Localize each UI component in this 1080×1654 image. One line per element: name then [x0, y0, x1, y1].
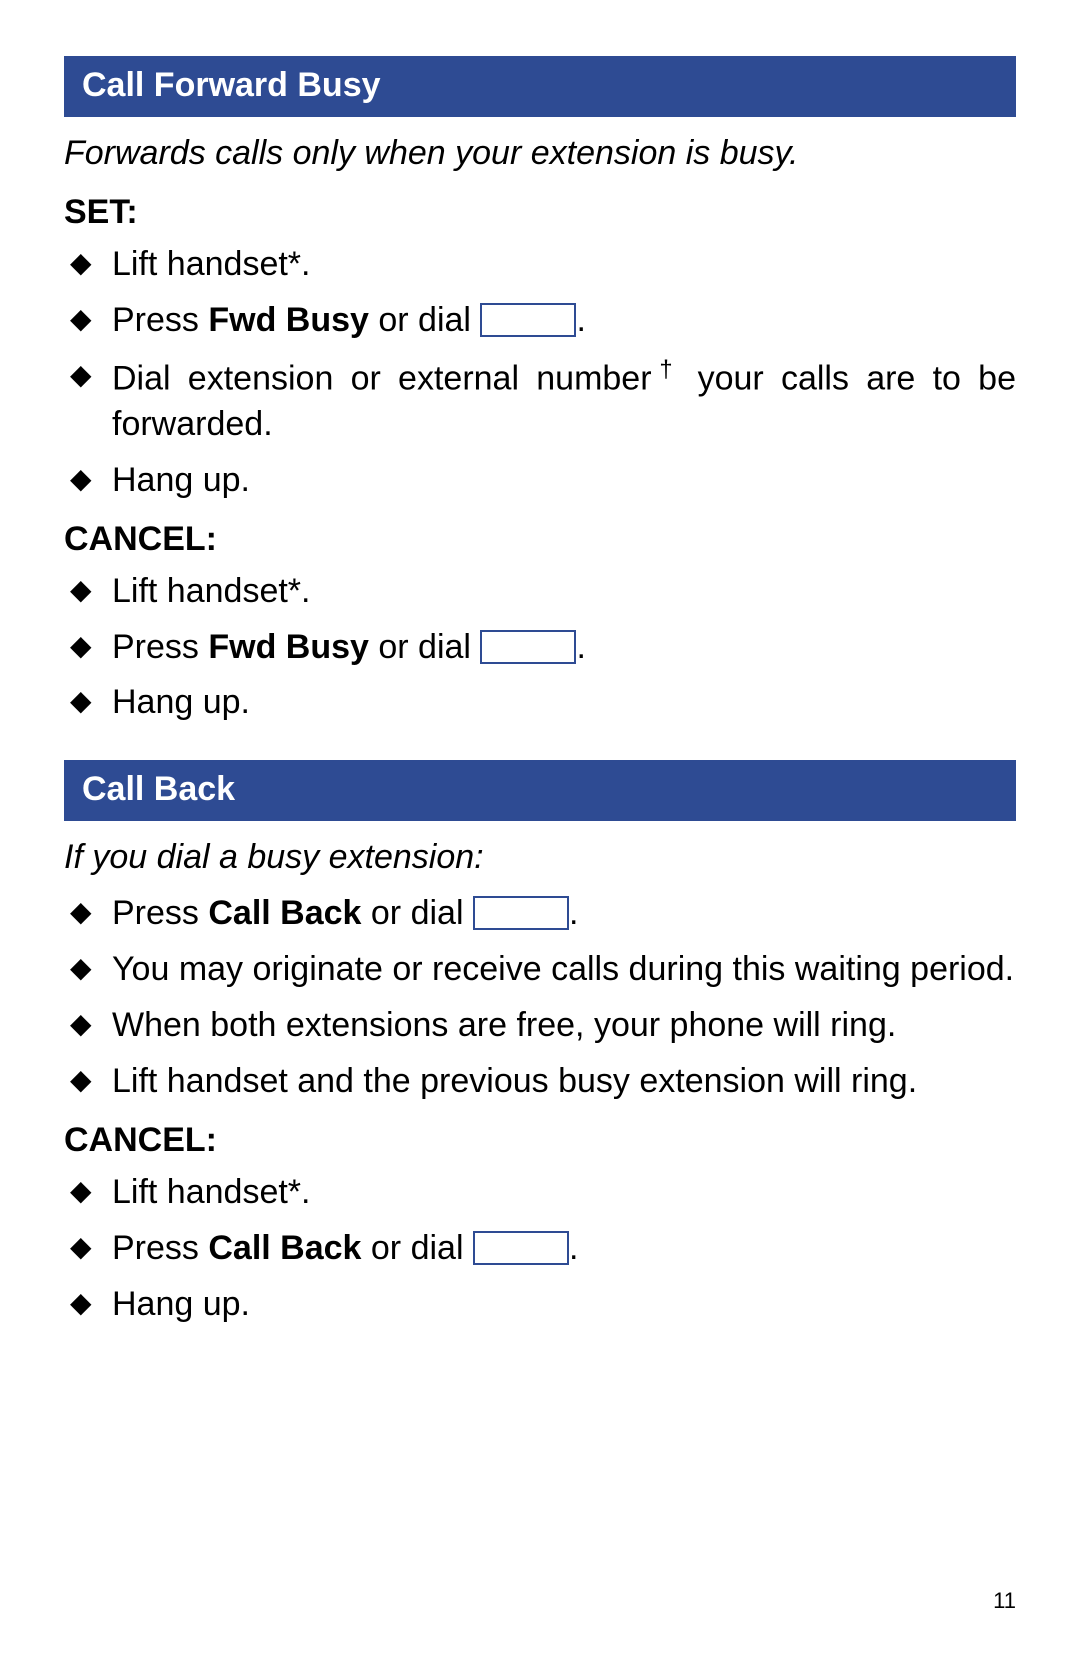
- step-text: .: [569, 1229, 578, 1267]
- step-text: Lift handset*.: [112, 1173, 310, 1211]
- step-text: Dial extension or external number: [112, 359, 652, 397]
- step-list: Lift handset*. Press Fwd Busy or dial . …: [64, 569, 1016, 727]
- section-heading: Call Back: [64, 760, 1016, 821]
- dial-code-box: [473, 1231, 569, 1265]
- step-text: Lift handset*.: [112, 572, 310, 610]
- step-item: Lift handset*.: [64, 242, 1016, 288]
- step-item: Press Call Back or dial .: [64, 1226, 1016, 1272]
- step-list: Lift handset*. Press Fwd Busy or dial . …: [64, 242, 1016, 504]
- step-text: .: [569, 894, 578, 932]
- page: Call Forward Busy Forwards calls only wh…: [0, 0, 1080, 1654]
- step-item: Hang up.: [64, 458, 1016, 504]
- step-list: Lift handset*. Press Call Back or dial .…: [64, 1170, 1016, 1328]
- step-text: When both extensions are free, your phon…: [112, 1006, 896, 1044]
- step-text: .: [576, 301, 585, 339]
- step-text: Hang up.: [112, 1285, 250, 1323]
- step-text: Press: [112, 894, 208, 932]
- step-list: Press Call Back or dial . You may origin…: [64, 891, 1016, 1105]
- key-label: Fwd Busy: [208, 628, 369, 666]
- step-text: or dial: [369, 301, 481, 339]
- step-item: Lift handset*.: [64, 1170, 1016, 1216]
- key-label: Fwd Busy: [208, 301, 369, 339]
- step-text: Hang up.: [112, 461, 250, 499]
- step-item: Hang up.: [64, 680, 1016, 726]
- key-label: Call Back: [208, 894, 361, 932]
- step-text: You may originate or receive calls durin…: [112, 950, 1014, 988]
- subheading-cancel: CANCEL:: [64, 1121, 1016, 1160]
- section-intro: Forwards calls only when your extension …: [64, 131, 1016, 177]
- dial-code-box: [480, 630, 576, 664]
- dial-code-box: [473, 896, 569, 930]
- step-item: You may originate or receive calls durin…: [64, 947, 1016, 993]
- step-text: Lift handset and the previous busy exten…: [112, 1062, 917, 1100]
- section-intro: If you dial a busy extension:: [64, 835, 1016, 881]
- step-text: Lift handset*.: [112, 245, 310, 283]
- subheading-cancel: CANCEL:: [64, 520, 1016, 559]
- step-item: Dial extension or external number† your …: [64, 354, 1016, 448]
- step-item: Press Call Back or dial .: [64, 891, 1016, 937]
- step-text: Press: [112, 301, 208, 339]
- step-item: Lift handset and the previous busy exten…: [64, 1059, 1016, 1105]
- step-text: Press: [112, 1229, 208, 1267]
- key-label: Call Back: [208, 1229, 361, 1267]
- page-number: 11: [993, 1588, 1016, 1614]
- step-text: Press: [112, 628, 208, 666]
- step-text: or dial: [361, 1229, 473, 1267]
- step-text: Hang up.: [112, 683, 250, 721]
- subheading-set: SET:: [64, 193, 1016, 232]
- step-item: Lift handset*.: [64, 569, 1016, 615]
- step-item: Press Fwd Busy or dial .: [64, 298, 1016, 344]
- step-item: Hang up.: [64, 1282, 1016, 1328]
- step-text: or dial: [361, 894, 473, 932]
- step-item: When both extensions are free, your phon…: [64, 1003, 1016, 1049]
- step-text: .: [576, 628, 585, 666]
- dial-code-box: [480, 303, 576, 337]
- step-text: or dial: [369, 628, 481, 666]
- footnote-marker: †: [652, 356, 681, 383]
- step-item: Press Fwd Busy or dial .: [64, 625, 1016, 671]
- section-heading: Call Forward Busy: [64, 56, 1016, 117]
